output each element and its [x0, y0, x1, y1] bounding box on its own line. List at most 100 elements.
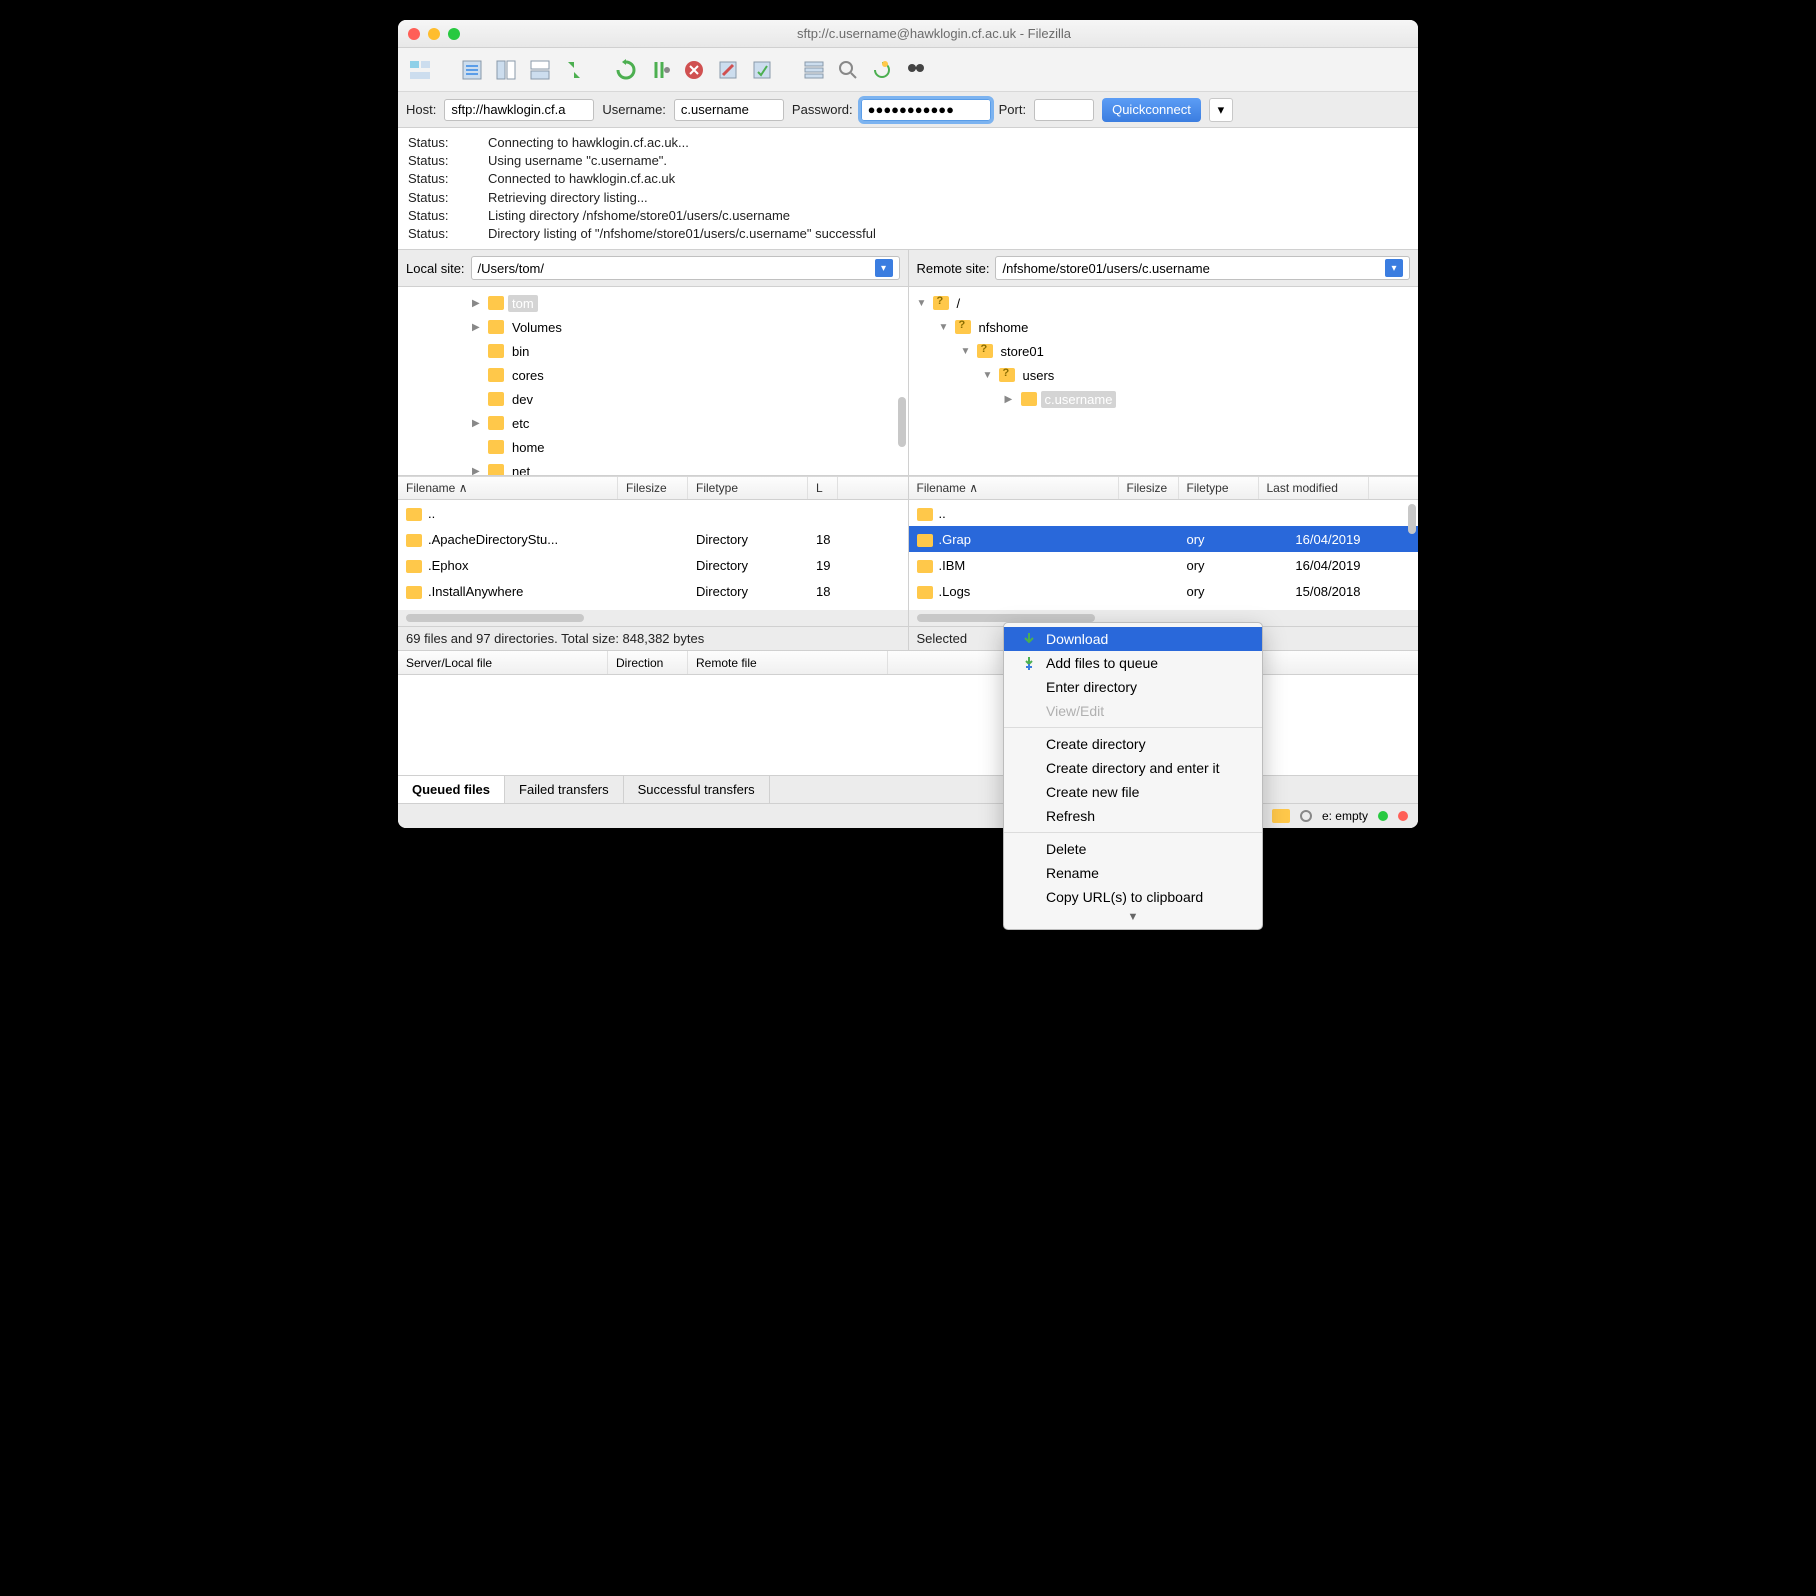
local-path-input[interactable]: /Users/tom/ ▾ [471, 256, 900, 280]
disclosure-icon[interactable]: ▼ [961, 346, 973, 357]
file-row[interactable]: .. [909, 500, 1419, 526]
chevron-down-icon[interactable]: ▾ [875, 259, 893, 277]
quickconnect-history-button[interactable]: ▾ [1209, 98, 1233, 122]
tree-item[interactable]: ▶etc [398, 411, 908, 435]
auto-icon[interactable] [868, 56, 896, 84]
file-row[interactable]: .IBMory16/04/2019 [909, 552, 1419, 578]
disclosure-icon[interactable]: ▶ [1005, 394, 1017, 405]
file-row[interactable]: .EphoxDirectory19 [398, 552, 908, 578]
column-header[interactable]: Filesize [1119, 477, 1179, 499]
file-row[interactable]: .Grapory16/04/2019 [909, 526, 1419, 552]
column-header[interactable]: Filename ∧ [909, 477, 1119, 499]
file-row[interactable]: .. [398, 500, 908, 526]
column-header[interactable]: L [808, 477, 838, 499]
process-queue-icon[interactable] [646, 56, 674, 84]
toggle-tree-icon[interactable] [492, 56, 520, 84]
quickconnect-button[interactable]: Quickconnect [1102, 98, 1201, 122]
username-input[interactable] [674, 99, 784, 121]
site-manager-icon[interactable] [406, 56, 434, 84]
column-header[interactable]: Filesize [618, 477, 688, 499]
menu-item-refresh[interactable]: Refresh [1004, 804, 1262, 828]
file-row[interactable]: .InstallAnywhereDirectory18 [398, 578, 908, 604]
tree-item[interactable]: ▶Volumes [398, 315, 908, 339]
zoom-icon[interactable] [448, 28, 460, 40]
file-row[interactable]: .Logsory15/08/2018 [909, 578, 1419, 604]
disclosure-icon[interactable]: ▼ [939, 322, 951, 333]
menu-item-download[interactable]: Download [1004, 627, 1262, 651]
remote-file-list[interactable]: ...Grapory16/04/2019.IBMory16/04/2019.Lo… [909, 500, 1419, 610]
reconnect-icon[interactable] [748, 56, 776, 84]
chevron-down-icon[interactable]: ▾ [1385, 259, 1403, 277]
menu-item-view-edit: View/Edit [1004, 699, 1262, 723]
disconnect-icon[interactable] [714, 56, 742, 84]
column-header[interactable]: Filetype [688, 477, 808, 499]
file-row[interactable]: .ApacheDirectoryStu...Directory18 [398, 526, 908, 552]
menu-item-delete[interactable]: Delete [1004, 837, 1262, 861]
menu-item-create-directory-and-enter-it[interactable]: Create directory and enter it [1004, 756, 1262, 780]
filter-icon[interactable] [800, 56, 828, 84]
tree-item[interactable]: ▼/ [909, 291, 1419, 315]
tree-label: home [508, 439, 549, 456]
close-icon[interactable] [408, 28, 420, 40]
refresh-icon[interactable] [612, 56, 640, 84]
tree-item[interactable]: bin [398, 339, 908, 363]
column-header[interactable]: Filetype [1179, 477, 1259, 499]
column-header[interactable]: Remote file [688, 651, 888, 674]
toggle-queue-icon[interactable] [526, 56, 554, 84]
sync-browse-icon[interactable] [560, 56, 588, 84]
disclosure-icon[interactable]: ▼ [983, 370, 995, 381]
menu-item-add-files-to-queue[interactable]: Add files to queue [1004, 651, 1262, 675]
local-file-list[interactable]: ...ApacheDirectoryStu...Directory18.Epho… [398, 500, 908, 610]
menu-item-copy-url-s-to-clipboard[interactable]: Copy URL(s) to clipboard [1004, 885, 1262, 909]
log-label: Status: [408, 170, 468, 188]
menu-item-create-new-file[interactable]: Create new file [1004, 780, 1262, 804]
disclosure-icon[interactable]: ▶ [472, 298, 484, 309]
menu-label: Copy URL(s) to clipboard [1046, 889, 1203, 905]
menu-item-create-directory[interactable]: Create directory [1004, 732, 1262, 756]
toggle-log-icon[interactable] [458, 56, 486, 84]
tree-item[interactable]: ▶c.username [909, 387, 1419, 411]
tree-item[interactable]: dev [398, 387, 908, 411]
remote-tree[interactable]: ▼/▼nfshome▼store01▼users▶c.username [909, 286, 1419, 476]
tree-item[interactable]: ▶tom [398, 291, 908, 315]
scrollbar[interactable] [917, 614, 1095, 622]
menu-item-rename[interactable]: Rename [1004, 861, 1262, 885]
tree-item[interactable]: ▶net [398, 459, 908, 476]
host-input[interactable] [444, 99, 594, 121]
column-header[interactable]: Filename ∧ [398, 477, 618, 499]
compare-icon[interactable] [834, 56, 862, 84]
disclosure-icon[interactable]: ▼ [917, 298, 929, 309]
folder-icon [488, 296, 504, 310]
disclosure-icon[interactable]: ▶ [472, 322, 484, 333]
password-input[interactable] [861, 99, 991, 121]
scrollbar[interactable] [898, 397, 906, 447]
tab-failed-transfers[interactable]: Failed transfers [505, 776, 624, 803]
tree-item[interactable]: ▼nfshome [909, 315, 1419, 339]
tab-queued-files[interactable]: Queued files [398, 776, 505, 803]
port-input[interactable] [1034, 99, 1094, 121]
tree-item[interactable]: ▼store01 [909, 339, 1419, 363]
column-header[interactable]: Direction [608, 651, 688, 674]
cancel-icon[interactable] [680, 56, 708, 84]
remote-file-header[interactable]: Filename ∧FilesizeFiletypeLast modified [909, 476, 1419, 500]
local-file-header[interactable]: Filename ∧FilesizeFiletypeL [398, 476, 908, 500]
menu-overflow-icon[interactable]: ▼ [1004, 909, 1262, 925]
minimize-icon[interactable] [428, 28, 440, 40]
column-header[interactable]: Server/Local file [398, 651, 608, 674]
column-header[interactable]: Last modified [1259, 477, 1369, 499]
remote-path-input[interactable]: /nfshome/store01/users/c.username ▾ [995, 256, 1410, 280]
scrollbar[interactable] [406, 614, 584, 622]
menu-item-enter-directory[interactable]: Enter directory [1004, 675, 1262, 699]
local-tree[interactable]: ▶tom▶Volumesbincoresdev▶etchome▶netopt [398, 286, 908, 476]
disclosure-icon[interactable]: ▶ [472, 466, 484, 477]
tab-successful-transfers[interactable]: Successful transfers [624, 776, 770, 803]
tree-item[interactable]: home [398, 435, 908, 459]
find-icon[interactable] [902, 56, 930, 84]
scrollbar[interactable] [1408, 504, 1416, 534]
transfer-list[interactable] [398, 675, 1418, 775]
disclosure-icon[interactable]: ▶ [472, 418, 484, 429]
tree-item[interactable]: cores [398, 363, 908, 387]
app-window: sftp://c.username@hawklogin.cf.ac.uk - F… [398, 20, 1418, 828]
tree-item[interactable]: ▼users [909, 363, 1419, 387]
transfer-header[interactable]: Server/Local fileDirectionRemote file [398, 651, 1418, 675]
